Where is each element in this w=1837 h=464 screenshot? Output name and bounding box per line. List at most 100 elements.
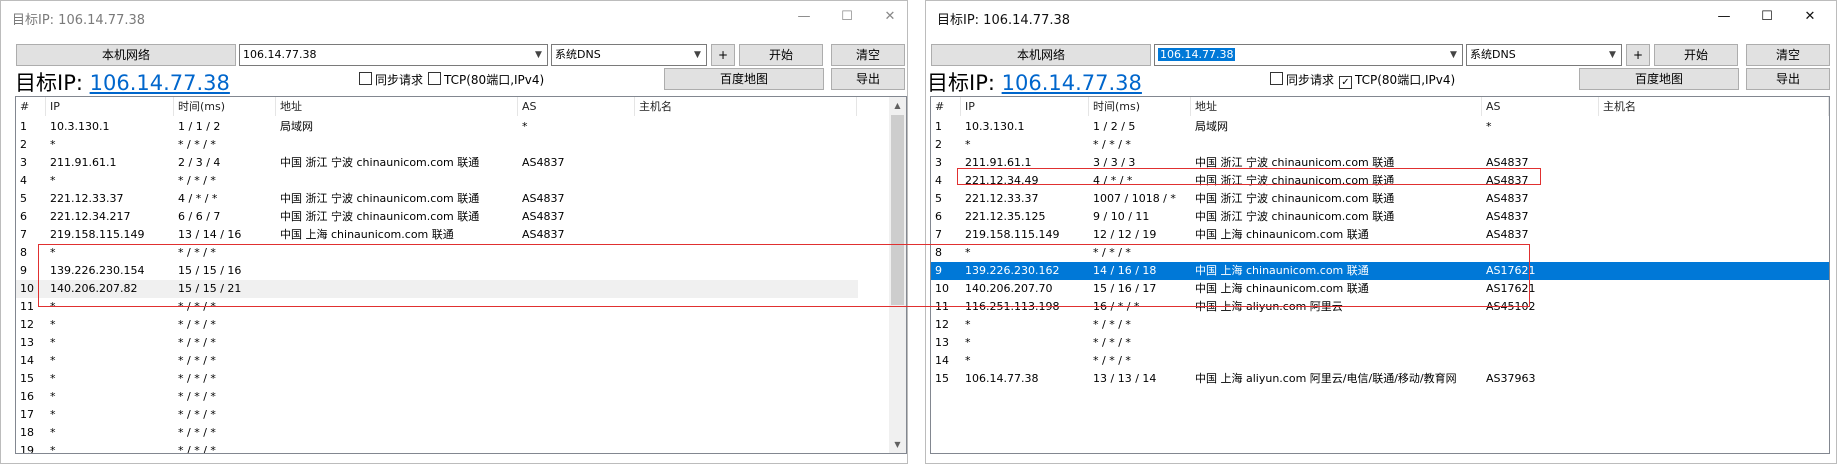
table-row[interactable]: 9 139.226.230.154 15 / 15 / 16 <box>16 262 858 280</box>
table-row[interactable]: 6 221.12.35.125 9 / 10 / 11 中国 浙江 宁波 chinau… <box>931 208 1829 226</box>
table-row[interactable]: 4 * * / * / * <box>16 172 858 190</box>
column-header[interactable]: IP <box>46 97 174 116</box>
minimize-icon[interactable]: — <box>1701 5 1747 29</box>
tcp-checkbox[interactable]: ✓ TCP(80端口,IPv4) <box>1339 71 1455 89</box>
table-row[interactable]: 16 * * / * / * <box>16 388 858 406</box>
dns-combo[interactable]: 系统DNS ▼ <box>1466 44 1622 66</box>
table-row[interactable]: 3 211.91.61.1 2 / 3 / 4 中国 浙江 宁波 chinaunico… <box>16 154 858 172</box>
add-button[interactable]: + <box>711 44 735 66</box>
tcp-label: TCP(80端口,IPv4) <box>444 73 545 87</box>
hop-list[interactable]: # IP 时间(ms) 地址 AS 主机名 1 10.3.130.1 1 / 1 /… <box>15 96 907 454</box>
table-row[interactable]: 5 221.12.33.37 4 / * / * 中国 浙江 宁波 chinaunic… <box>16 190 858 208</box>
checkbox-box[interactable] <box>359 72 372 85</box>
table-row[interactable]: 10 140.206.207.70 15 / 16 / 17 中国 上海 chinau… <box>931 280 1829 298</box>
checkbox-box[interactable] <box>428 72 441 85</box>
table-cell: AS45102 <box>1486 300 1536 313</box>
table-row[interactable]: 7 219.158.115.149 12 / 12 / 19 中国 上海 chinau… <box>931 226 1829 244</box>
chevron-down-icon[interactable]: ▼ <box>889 436 906 453</box>
column-header[interactable]: 时间(ms) <box>1089 97 1191 116</box>
scrollbar-thumb[interactable] <box>891 115 904 305</box>
table-row[interactable]: 11 116.251.113.198 16 / * / * 中国 上海 aliyun.… <box>931 298 1829 316</box>
title-bar[interactable]: 目标IP: 106.14.77.38 — ☐ ✕ <box>1 1 907 33</box>
table-row[interactable]: 2 * * / * / * <box>16 136 858 154</box>
table-row[interactable]: 15 106.14.77.38 13 / 13 / 14 中国 上海 aliyun.c… <box>931 370 1829 388</box>
table-row[interactable]: 12 * * / * / * <box>931 316 1829 334</box>
table-row[interactable]: 8 * * / * / * <box>931 244 1829 262</box>
table-row[interactable]: 4 221.12.34.49 4 / * / * 中国 浙江 宁波 chinaunic… <box>931 172 1829 190</box>
table-row[interactable]: 5 221.12.33.37 1007 / 1018 / * 中国 浙江 宁波 chi… <box>931 190 1829 208</box>
dns-combo[interactable]: 系统DNS ▼ <box>551 44 707 66</box>
table-row[interactable]: 8 * * / * / * <box>16 244 858 262</box>
export-button[interactable]: 导出 <box>831 68 905 90</box>
vertical-scrollbar[interactable]: ▲ ▼ <box>889 97 906 453</box>
table-row[interactable]: 7 219.158.115.149 13 / 14 / 16 中国 上海 chinau… <box>16 226 858 244</box>
table-row[interactable]: 15 * * / * / * <box>16 370 858 388</box>
table-cell: 13 <box>20 336 34 349</box>
table-row[interactable]: 13 * * / * / * <box>931 334 1829 352</box>
table-cell: * <box>50 246 56 259</box>
baidu-map-button[interactable]: 百度地图 <box>1579 68 1739 90</box>
clear-button[interactable]: 清空 <box>1746 44 1830 66</box>
clear-button[interactable]: 清空 <box>831 44 905 66</box>
maximize-icon[interactable]: ☐ <box>824 5 870 29</box>
sync-request-checkbox[interactable]: 同步请求 <box>1270 71 1334 88</box>
column-header[interactable]: IP <box>961 97 1089 116</box>
table-row[interactable]: 14 * * / * / * <box>931 352 1829 370</box>
table-cell: 6 <box>935 210 942 223</box>
table-row[interactable]: 9 139.226.230.162 14 / 16 / 18 中国 上海 chinau… <box>931 262 1829 280</box>
list-rows: 1 10.3.130.1 1 / 2 / 5 局域网 * 2 * * / * / * 3 211.… <box>931 118 1829 388</box>
export-button[interactable]: 导出 <box>1746 68 1830 90</box>
sync-request-checkbox[interactable]: 同步请求 <box>359 71 423 88</box>
target-ip-link[interactable]: 106.14.77.38 <box>90 71 230 95</box>
hop-list[interactable]: # IP 时间(ms) 地址 AS 主机名 1 10.3.130.1 1 / 2 /… <box>930 96 1830 454</box>
start-button[interactable]: 开始 <box>739 44 823 66</box>
table-row[interactable]: 2 * * / * / * <box>931 136 1829 154</box>
table-row[interactable]: 17 * * / * / * <box>16 406 858 424</box>
column-header[interactable]: 地址 <box>1191 97 1482 116</box>
column-header[interactable]: 主机名 <box>635 97 857 116</box>
title-bar[interactable]: 目标IP: 106.14.77.38 — ☐ ✕ <box>926 1 1836 33</box>
table-row[interactable]: 11 * * / * / * <box>16 298 858 316</box>
checkbox-box[interactable] <box>1270 72 1283 85</box>
column-header[interactable]: # <box>16 97 46 116</box>
table-row[interactable]: 12 * * / * / * <box>16 316 858 334</box>
table-row[interactable]: 1 10.3.130.1 1 / 2 / 5 局域网 * <box>931 118 1829 136</box>
chevron-down-icon[interactable]: ▼ <box>1445 45 1462 65</box>
maximize-icon[interactable]: ☐ <box>1744 5 1790 29</box>
table-row[interactable]: 13 * * / * / * <box>16 334 858 352</box>
local-network-button[interactable]: 本机网络 <box>16 44 236 66</box>
table-cell: 2 <box>20 138 27 151</box>
column-header[interactable]: 时间(ms) <box>174 97 276 116</box>
check-icon[interactable]: ✓ <box>1339 76 1352 89</box>
chevron-up-icon[interactable]: ▲ <box>889 97 906 114</box>
table-cell: 10 <box>20 282 34 295</box>
column-header[interactable]: AS <box>1482 97 1599 116</box>
column-header[interactable]: # <box>931 97 961 116</box>
tcp-checkbox[interactable]: TCP(80端口,IPv4) <box>428 71 544 88</box>
column-header[interactable]: 地址 <box>276 97 518 116</box>
target-combo[interactable]: 106.14.77.38 ▼ <box>1154 44 1463 66</box>
minimize-icon[interactable]: — <box>781 5 827 29</box>
local-network-button[interactable]: 本机网络 <box>931 44 1151 66</box>
table-cell: * / * / * <box>178 300 216 313</box>
chevron-down-icon[interactable]: ▼ <box>689 45 706 65</box>
start-button[interactable]: 开始 <box>1654 44 1738 66</box>
table-row[interactable]: 6 221.12.34.217 6 / 6 / 7 中国 浙江 宁波 chinauni… <box>16 208 858 226</box>
chevron-down-icon[interactable]: ▼ <box>1604 45 1621 65</box>
table-row[interactable]: 1 10.3.130.1 1 / 1 / 2 局域网 * <box>16 118 858 136</box>
add-button[interactable]: + <box>1626 44 1650 66</box>
column-header[interactable]: AS <box>518 97 635 116</box>
table-row[interactable]: 10 140.206.207.82 15 / 15 / 21 <box>16 280 858 298</box>
chevron-down-icon[interactable]: ▼ <box>530 45 547 65</box>
table-row[interactable]: 19 * * / * / * <box>16 442 858 454</box>
baidu-map-button[interactable]: 百度地图 <box>664 68 824 90</box>
table-row[interactable]: 3 211.91.61.1 3 / 3 / 3 中国 浙江 宁波 chinaunico… <box>931 154 1829 172</box>
table-row[interactable]: 18 * * / * / * <box>16 424 858 442</box>
target-combo[interactable]: 106.14.77.38 ▼ <box>239 44 548 66</box>
close-icon[interactable]: ✕ <box>1787 5 1833 29</box>
table-row[interactable]: 14 * * / * / * <box>16 352 858 370</box>
column-header[interactable]: 主机名 <box>1599 97 1829 116</box>
close-icon[interactable]: ✕ <box>867 5 907 29</box>
target-ip-link[interactable]: 106.14.77.38 <box>1002 71 1142 95</box>
table-cell: 19 <box>20 444 34 454</box>
